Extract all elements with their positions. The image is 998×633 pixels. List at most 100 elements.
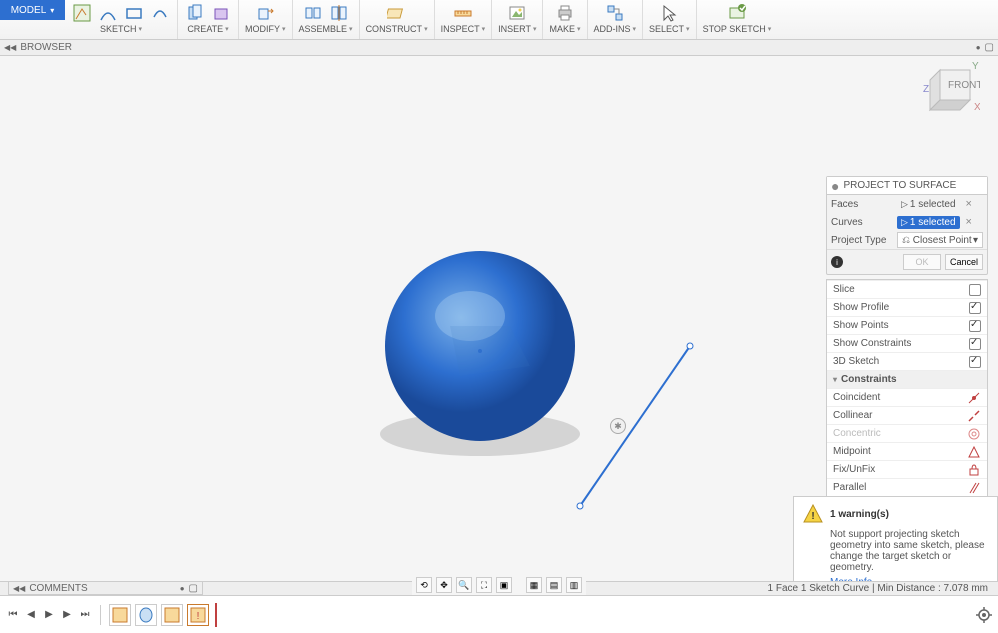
assemble-joint-icon[interactable]	[302, 2, 324, 24]
presspull-icon[interactable]	[254, 2, 276, 24]
make-menu[interactable]: MAKE	[549, 24, 580, 34]
status-text: 1 Face 1 Sketch Curve | Min Distance : 7…	[768, 583, 988, 594]
svg-text:X: X	[974, 102, 980, 113]
faces-clear-icon[interactable]: ×	[966, 198, 972, 210]
toolbar-group-assemble: ASSEMBLE	[293, 0, 360, 39]
settings-gear-icon[interactable]	[976, 607, 992, 623]
chevron-left-icon[interactable]: ◀◀	[4, 43, 16, 52]
sketch-line[interactable]	[560, 336, 710, 516]
arc-icon[interactable]	[149, 2, 171, 24]
toolbar-group-modify: MODIFY	[239, 0, 293, 39]
construct-plane-icon[interactable]	[386, 2, 408, 24]
extrude-icon[interactable]	[184, 2, 206, 24]
opt-show-points[interactable]: Show Points	[827, 316, 987, 334]
pan-icon[interactable]: ✥	[436, 577, 452, 593]
constraint-parallel[interactable]: Parallel	[827, 478, 987, 496]
constraint-coincident[interactable]: Coincident	[827, 388, 987, 406]
tl-end-icon[interactable]: ⏭	[78, 608, 92, 622]
dot-icon[interactable]: ●	[976, 43, 981, 52]
checkbox[interactable]	[969, 320, 981, 332]
constraint-concentric[interactable]: Concentric	[827, 424, 987, 442]
view-cube[interactable]: FRONT Y Z X	[920, 60, 980, 120]
opt-show-constraints[interactable]: Show Constraints	[827, 334, 987, 352]
ok-button[interactable]: OK	[903, 254, 941, 270]
constraint-collinear[interactable]: Collinear	[827, 406, 987, 424]
addins-icon[interactable]	[604, 2, 626, 24]
select-menu[interactable]: SELECT	[649, 24, 690, 34]
fit-icon[interactable]: ⛶	[476, 577, 492, 593]
curves-selection[interactable]: ▷ 1 selected	[897, 216, 960, 229]
constraint-midpoint[interactable]: Midpoint	[827, 442, 987, 460]
print-icon[interactable]	[554, 2, 576, 24]
toolbar-group-construct: CONSTRUCT	[360, 0, 435, 39]
viewport-icon[interactable]: ▥	[566, 577, 582, 593]
orbit-icon[interactable]: ⟲	[416, 577, 432, 593]
inspect-menu[interactable]: INSPECT	[441, 24, 486, 34]
tl-feature-warn[interactable]: !	[187, 604, 209, 626]
svg-text:Z: Z	[923, 84, 929, 95]
addins-menu[interactable]: ADD-INS	[594, 24, 637, 34]
opt-slice[interactable]: Slice	[827, 280, 987, 298]
sketch-create-icon[interactable]	[71, 2, 93, 24]
modify-menu[interactable]: MODIFY	[245, 24, 286, 34]
faces-row[interactable]: Faces ▷ 1 selected ×	[827, 195, 987, 213]
tl-play-icon[interactable]: ▶	[42, 608, 56, 622]
assemble-align-icon[interactable]	[328, 2, 350, 24]
construct-menu[interactable]: CONSTRUCT	[366, 24, 428, 34]
grid-icon[interactable]: ▤	[546, 577, 562, 593]
constraints-header[interactable]: Constraints	[827, 370, 987, 388]
project-type-row: Project Type ⎌ Closest Point▾	[827, 231, 987, 249]
tl-feature-revolve[interactable]	[135, 604, 157, 626]
panel-pin-icon[interactable]: ●	[831, 181, 839, 191]
insert-menu[interactable]: INSERT	[498, 24, 536, 34]
close-browser-icon[interactable]: ▢	[985, 42, 994, 53]
tl-feature-sketch2[interactable]	[161, 604, 183, 626]
tl-prev-icon[interactable]: ◀	[24, 608, 38, 622]
checkbox[interactable]	[969, 338, 981, 350]
assemble-menu[interactable]: ASSEMBLE	[299, 24, 353, 34]
project-type-dropdown[interactable]: ⎌ Closest Point▾	[897, 232, 983, 248]
stop-sketch-icon[interactable]	[726, 2, 748, 24]
tl-start-icon[interactable]: ⏮	[6, 608, 20, 622]
cancel-button[interactable]: Cancel	[945, 254, 983, 270]
display-style-icon[interactable]: ▦	[526, 577, 542, 593]
curves-clear-icon[interactable]: ×	[966, 216, 972, 228]
sketch-menu[interactable]: SKETCH	[100, 24, 142, 34]
cursor-icon[interactable]	[658, 2, 680, 24]
opt-show-profile[interactable]: Show Profile	[827, 298, 987, 316]
project-to-surface-panel: ● PROJECT TO SURFACE Faces ▷ 1 selected …	[826, 176, 988, 275]
opt-3d-sketch[interactable]: 3D Sketch	[827, 352, 987, 370]
toolbar-group-inspect: INSPECT	[435, 0, 493, 39]
browser-header[interactable]: ◀◀ BROWSER ● ▢	[0, 40, 998, 56]
panel-title: PROJECT TO SURFACE	[843, 180, 956, 191]
checkbox[interactable]	[969, 284, 981, 296]
model-mode-button[interactable]: MODEL	[0, 0, 65, 20]
checkbox[interactable]	[969, 356, 981, 368]
tl-next-icon[interactable]: ▶	[60, 608, 74, 622]
box-icon[interactable]	[210, 2, 232, 24]
info-icon[interactable]: i	[831, 256, 843, 268]
ruler-icon[interactable]	[452, 2, 474, 24]
toolbar-group-make: MAKE	[543, 0, 587, 39]
viewport[interactable]: FRONT Y Z X ✱ ● PROJECT TO SURFACE	[0, 56, 998, 595]
tl-feature-sketch1[interactable]	[109, 604, 131, 626]
lookat-icon[interactable]: ▣	[496, 577, 512, 593]
checkbox[interactable]	[969, 302, 981, 314]
expand-icon[interactable]: ▢	[189, 583, 198, 594]
line-icon[interactable]	[97, 2, 119, 24]
curves-row[interactable]: Curves ▷ 1 selected ×	[827, 213, 987, 231]
rect-icon[interactable]	[123, 2, 145, 24]
insert-image-icon[interactable]	[506, 2, 528, 24]
stop-sketch-label[interactable]: STOP SKETCH	[703, 24, 772, 34]
midpoint-icon	[967, 445, 981, 459]
warning-icon: !	[802, 503, 824, 525]
create-menu[interactable]: CREATE	[187, 24, 228, 34]
dot-icon[interactable]: ●	[180, 584, 185, 593]
warning-title: 1 warning(s)	[830, 509, 889, 520]
chevron-left-icon[interactable]: ◀◀	[13, 584, 25, 593]
constraint-fix[interactable]: Fix/UnFix	[827, 460, 987, 478]
comments-bar[interactable]: ◀◀ COMMENTS ● ▢	[8, 581, 203, 595]
faces-selection[interactable]: ▷ 1 selected	[897, 198, 960, 211]
tl-playhead[interactable]	[215, 603, 217, 627]
zoom-icon[interactable]: 🔍	[456, 577, 472, 593]
